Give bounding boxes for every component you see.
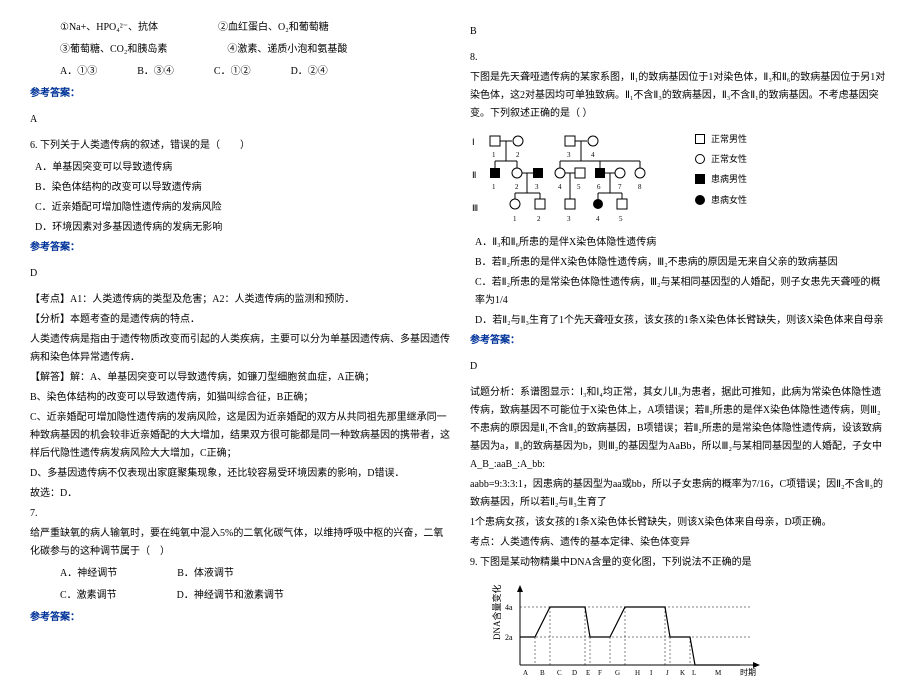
legend-square-icon	[695, 134, 705, 144]
svg-text:7: 7	[618, 183, 622, 191]
svg-text:4: 4	[591, 151, 595, 159]
svg-text:Ⅰ: Ⅰ	[472, 137, 475, 147]
svg-text:时期: 时期	[740, 667, 756, 677]
q9-stem: 9. 下图是某动物精巢中DNA含量的变化图，下列说法不正确的是	[470, 554, 890, 572]
q5-answer: A	[30, 111, 450, 129]
legend-affected-male: 患病男性	[711, 171, 747, 187]
q7-number: 7.	[30, 505, 450, 523]
q8-explain-2: aabb=9:3:3:1，因患病的基因型为aa或bb，所以子女患病的概率为7/1…	[470, 476, 890, 512]
pedigree-diagram: Ⅰ 1 2 3 4 Ⅱ 1 2 3	[470, 131, 890, 226]
q7-choice-a: A．神经调节	[60, 565, 117, 583]
svg-text:1: 1	[513, 215, 517, 223]
svg-text:1: 1	[492, 183, 496, 191]
svg-text:I: I	[650, 669, 653, 677]
svg-text:A: A	[523, 669, 528, 677]
q6-explain-2: 【分析】本题考查的是遗传病的特点．	[30, 311, 450, 329]
svg-text:F: F	[598, 669, 602, 677]
svg-text:2: 2	[516, 151, 520, 159]
svg-text:8: 8	[638, 183, 642, 191]
pedigree-svg: Ⅰ 1 2 3 4 Ⅱ 1 2 3	[470, 131, 680, 226]
legend-filled-circle-icon	[695, 195, 705, 205]
q6-explain-6: C、近亲婚配可增加隐性遗传病的发病风险，这是因为近亲婚配的双方从共同祖先那里继承…	[30, 409, 450, 463]
q6-choice-b: B．染色体结构的改变可以导致遗传病	[30, 179, 450, 197]
legend-affected-female: 患病女性	[711, 192, 747, 208]
svg-text:3: 3	[567, 151, 571, 159]
q5-choice-b: B．③④	[137, 63, 174, 81]
svg-text:L: L	[692, 669, 696, 677]
q6-explain-5: B、染色体结构的改变可以导致遗传病，如猫叫综合征，B正确；	[30, 389, 450, 407]
q8-number: 8.	[470, 49, 890, 67]
q8-choice-c: C．若Ⅱ₂所患的是常染色体隐性遗传病，Ⅲ₂与某相同基因型的人婚配，则子女患先天聋…	[470, 274, 890, 310]
svg-text:2a: 2a	[505, 633, 513, 642]
q5-option-4: ④激素、递质小泡和氨基酸	[227, 41, 347, 59]
q6-explain-1: 【考点】A1：人类遗传病的类型及危害；A2：人类遗传病的监测和预防．	[30, 291, 450, 309]
legend-circle-icon	[695, 154, 705, 164]
q6-explain-7: D、多基因遗传病不仅表现出家庭聚集现象，还比较容易受环境因素的影响，D错误．	[30, 465, 450, 483]
answer-label: 参考答案：	[30, 609, 450, 627]
svg-text:5: 5	[619, 215, 623, 223]
chart-y-label: DNA含量变化	[491, 585, 502, 641]
q7-choice-c: C．激素调节	[60, 587, 117, 605]
q8-choice-a: A．Ⅱ₃和Ⅱ₆所患的是伴X染色体隐性遗传病	[470, 234, 890, 252]
q6-answer: D	[30, 265, 450, 283]
q8-explain-1: 试题分析：系谱图显示：Ⅰ₃和Ⅰ₄均正常，其女儿Ⅱ₃为患者，据此可推知，此病为常染…	[470, 384, 890, 474]
q5-option-1: ①Na+、HPO₄²⁻、抗体	[60, 19, 158, 37]
q6-choice-c: C．近亲婚配可增加隐性遗传病的发病风险	[30, 199, 450, 217]
svg-text:D: D	[572, 669, 577, 677]
q8-choice-b: B．若Ⅱ₂所患的是伴X染色体隐性遗传病，Ⅲ₂不患病的原因是无来自父亲的致病基因	[470, 254, 890, 272]
svg-text:3: 3	[567, 215, 571, 223]
q8-answer: D	[470, 358, 890, 376]
pedigree-legend: 正常男性 正常女性 患病男性 患病女性	[695, 131, 747, 212]
q6-explain-8: 故选：D．	[30, 485, 450, 503]
dna-chart: DNA含量变化 4a 2a A B C D E F G	[490, 580, 770, 680]
svg-text:H: H	[635, 669, 640, 677]
q8-explain-4: 考点：人类遗传病、遗传的基本定律、染色体变异	[470, 534, 890, 552]
q8-explain-3: 1个患病女孩，该女孩的1条X染色体长臂缺失，则该X染色体来自母亲，D项正确。	[470, 514, 890, 532]
svg-text:5: 5	[577, 183, 581, 191]
svg-text:Ⅲ: Ⅲ	[472, 203, 478, 213]
svg-text:4: 4	[596, 215, 600, 223]
svg-text:4: 4	[558, 183, 562, 191]
legend-filled-square-icon	[695, 174, 705, 184]
q7-choice-b: B．体液调节	[177, 565, 234, 583]
q8-stem: 下图是先天聋哑遗传病的某家系图，Ⅱ₁的致病基因位于1对染色体，Ⅱ₃和Ⅱ₆的致病基…	[470, 69, 890, 123]
svg-text:B: B	[540, 669, 545, 677]
svg-text:4a: 4a	[505, 603, 513, 612]
svg-text:E: E	[586, 669, 590, 677]
q5-option-2: ②血红蛋白、O₂和葡萄糖	[218, 19, 329, 37]
q7-stem: 给严重缺氧的病人输氧时，要在纯氧中混入5%的二氧化碳气体，以维持呼吸中枢的兴奋，…	[30, 525, 450, 561]
q6-choice-d: D．环境因素对多基因遗传病的发病无影响	[30, 219, 450, 237]
answer-label: 参考答案：	[30, 85, 450, 103]
q5-option-3: ③葡萄糖、CO₂和胰岛素	[60, 41, 167, 59]
q6-choice-a: A．单基因突变可以导致遗传病	[30, 159, 450, 177]
svg-text:1: 1	[492, 151, 496, 159]
q5-choice-a: A．①③	[60, 63, 97, 81]
q5-choice-c: C．①②	[214, 63, 251, 81]
svg-text:M: M	[715, 669, 722, 677]
q5-choice-d: D．②④	[291, 63, 328, 81]
svg-text:J: J	[666, 669, 669, 677]
svg-text:Ⅱ: Ⅱ	[472, 170, 476, 180]
svg-text:K: K	[680, 669, 685, 677]
q7-answer-continued: B	[470, 23, 890, 41]
answer-label: 参考答案：	[30, 239, 450, 257]
svg-text:2: 2	[515, 183, 519, 191]
svg-text:2: 2	[537, 215, 541, 223]
svg-text:C: C	[557, 669, 562, 677]
q6-explain-4: 【解答】解：A、单基因突变可以导致遗传病，如镰刀型细胞贫血症，A正确；	[30, 369, 450, 387]
svg-text:G: G	[615, 669, 620, 677]
q6-stem: 6. 下列关于人类遗传病的叙述，错误的是（ ）	[30, 137, 450, 155]
q8-choice-d: D．若Ⅱ₂与Ⅱ₃生育了1个先天聋哑女孩，该女孩的1条X染色体长臂缺失，则该X染色…	[470, 312, 890, 330]
q6-explain-3: 人类遗传病是指由于遗传物质改变而引起的人类疾病，主要可以分为单基因遗传病、多基因…	[30, 331, 450, 367]
svg-text:3: 3	[535, 183, 539, 191]
svg-text:6: 6	[597, 183, 601, 191]
answer-label: 参考答案：	[470, 332, 890, 350]
q7-choice-d: D．神经调节和激素调节	[177, 587, 284, 605]
legend-normal-female: 正常女性	[711, 151, 747, 167]
legend-normal-male: 正常男性	[711, 131, 747, 147]
